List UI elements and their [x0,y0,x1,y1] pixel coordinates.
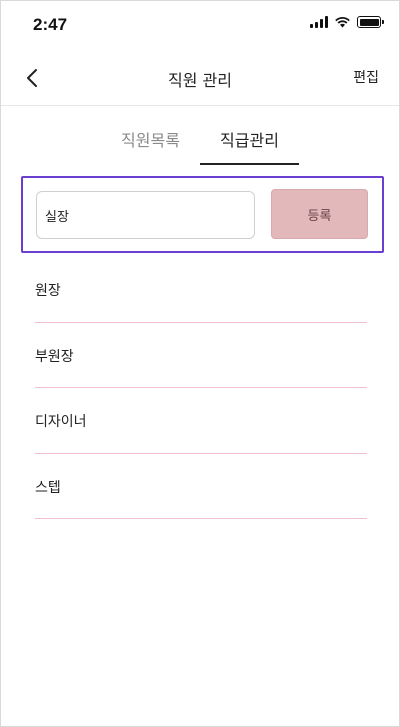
battery-fill [359,18,379,26]
register-button[interactable]: 등록 [271,189,368,239]
nav-header: 직원 관리 편집 [1,49,399,106]
tab-position-management[interactable]: 직급관리 [200,119,299,165]
edit-button[interactable]: 편집 [353,67,379,87]
status-time: 2:47 [33,15,68,34]
tab-bar: 직원목록 직급관리 [101,119,299,165]
wifi-icon [335,17,350,28]
position-list: 원장 부원장 디자이너 스텝 [35,257,367,519]
page-title: 직원 관리 [168,71,232,90]
list-item[interactable]: 디자이너 [35,388,367,454]
list-item[interactable]: 스텝 [35,454,367,519]
list-item[interactable]: 부원장 [35,323,367,388]
battery-icon [357,16,384,28]
add-position-panel: 등록 [21,176,384,253]
position-name-input[interactable] [36,191,255,239]
phone-frame: 2:47 직원 관리 편집 직원목록 직급관리 실장 등록 원장 부원장 디자이… [0,0,400,727]
status-bar: 2:47 [1,1,399,49]
tab-staff-list[interactable]: 직원목록 [101,119,200,165]
signal-icon [310,16,328,28]
status-icons [310,16,384,28]
list-item[interactable]: 원장 [35,257,367,323]
